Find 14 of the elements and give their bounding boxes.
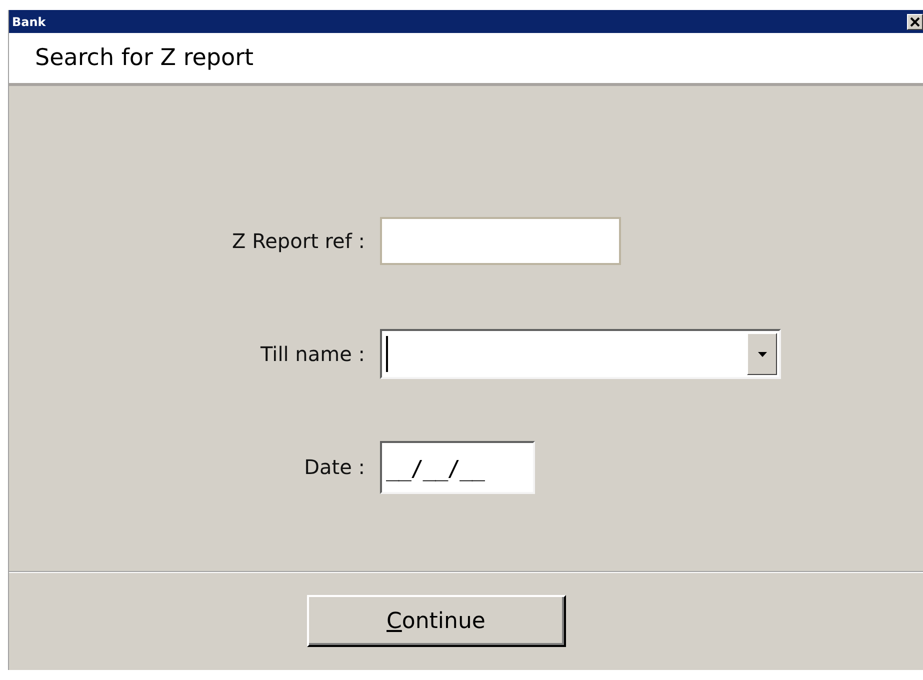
close-icon <box>910 16 920 26</box>
dialog-heading: Search for Z report <box>35 45 254 71</box>
text-cursor <box>386 336 388 372</box>
date-field[interactable]: __/__/__ <box>380 440 535 494</box>
caret-icon <box>758 352 766 356</box>
continue-button[interactable]: Continue <box>306 595 566 647</box>
dropdown-button[interactable] <box>747 333 777 375</box>
close-button[interactable] <box>907 14 923 30</box>
field-label: Z Report ref : <box>231 229 366 253</box>
dropdown-field[interactable] <box>380 329 781 379</box>
field-label: Date : <box>303 455 366 479</box>
field-label: Till name : <box>260 342 366 366</box>
input-field[interactable] <box>380 217 621 265</box>
window-title: Bank <box>12 14 46 28</box>
